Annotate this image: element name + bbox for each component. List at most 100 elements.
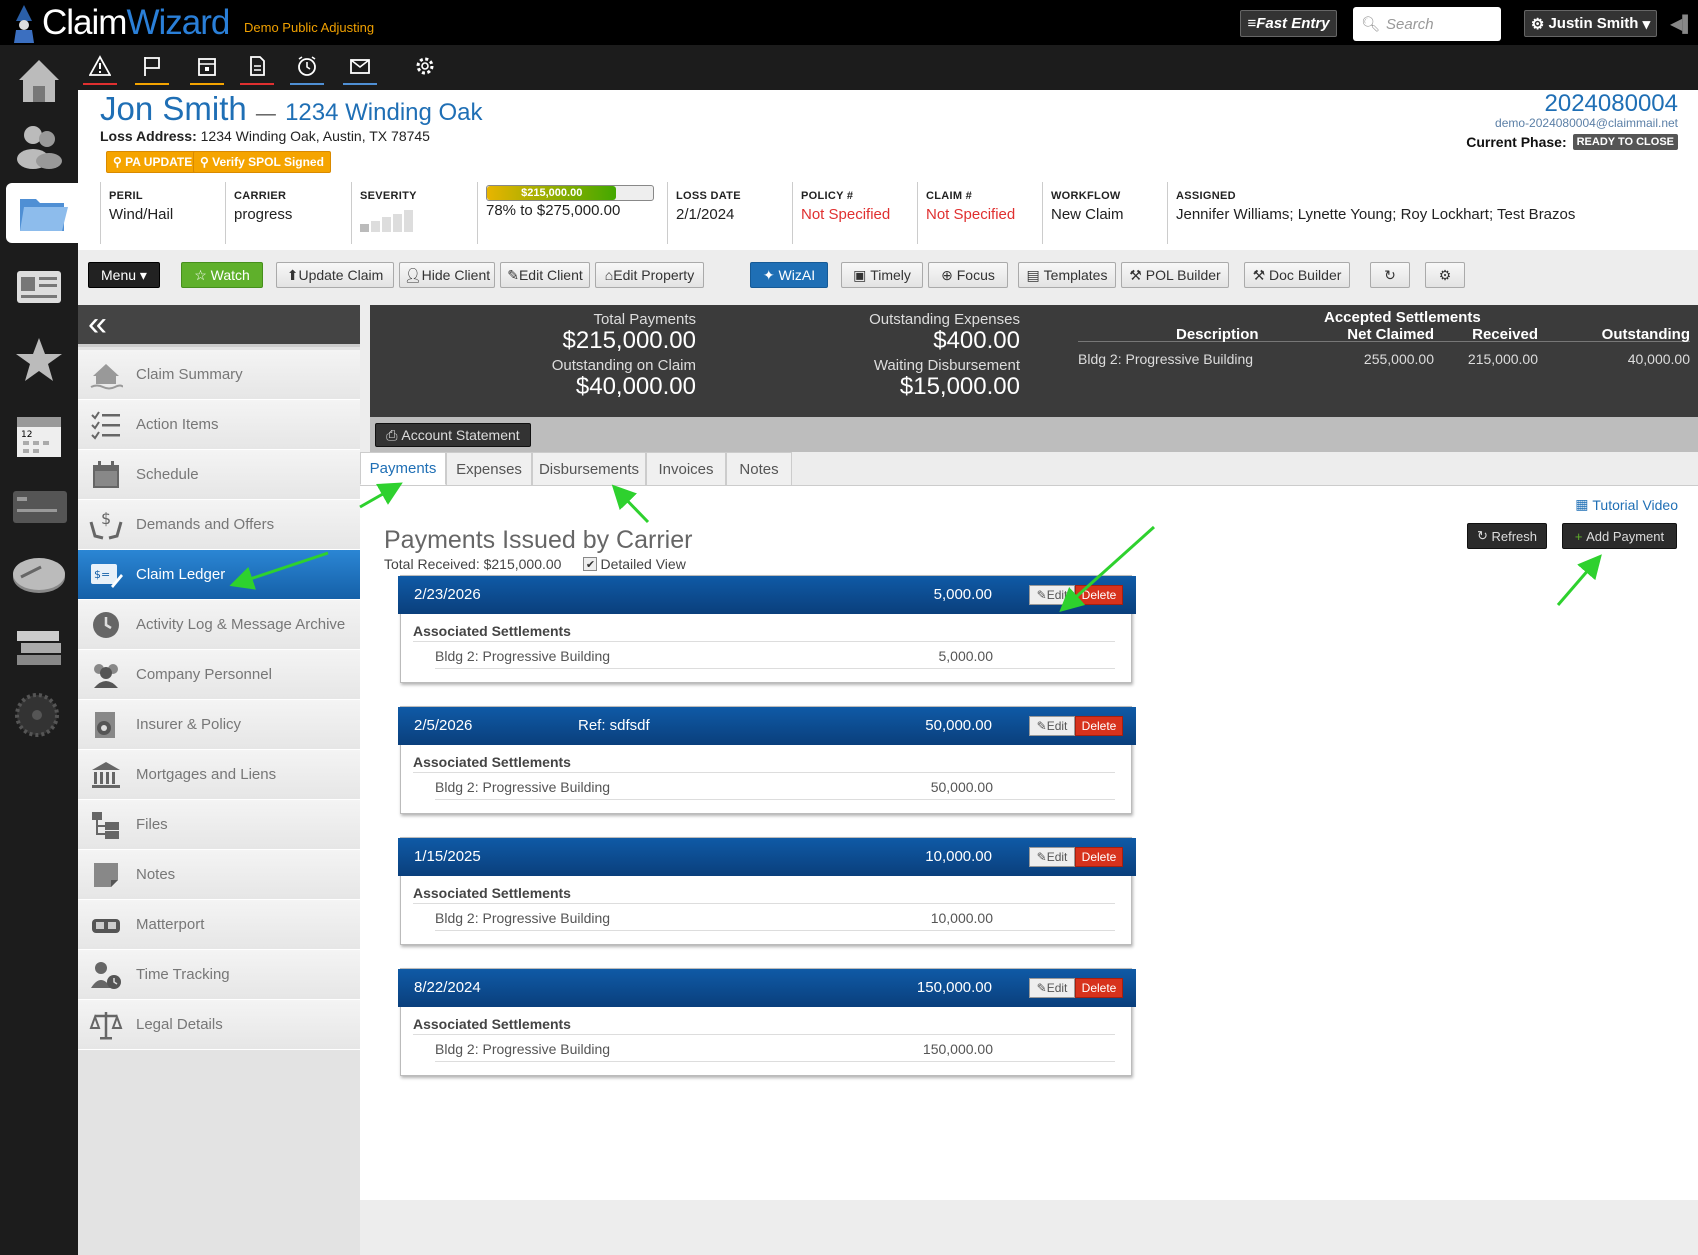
- watch-button[interactable]: ☆ Watch: [181, 262, 263, 288]
- collapse-nav-icon[interactable]: «: [78, 305, 360, 347]
- flag-icon[interactable]: [135, 55, 169, 85]
- wizai-button[interactable]: ✦ WizAI: [750, 262, 828, 288]
- tab-expenses[interactable]: Expenses: [446, 452, 532, 485]
- tab-invoices[interactable]: Invoices: [646, 452, 726, 485]
- star-outline-icon: ☆: [194, 266, 211, 283]
- sidebar-item-matterport[interactable]: Matterport: [78, 900, 360, 950]
- disk-icon[interactable]: [6, 545, 72, 605]
- collapse-right-icon[interactable]: ◀▌: [1670, 14, 1694, 34]
- books-icon[interactable]: [6, 615, 72, 675]
- client-name[interactable]: Jon Smith: [100, 90, 247, 127]
- calendar-small-icon[interactable]: [190, 55, 224, 85]
- add-payment-label: Add Payment: [1586, 528, 1665, 544]
- focus-button[interactable]: ⊕ Focus: [928, 262, 1008, 288]
- peril-label: PERIL: [109, 190, 143, 202]
- sidebar-item-company-personnel[interactable]: Company Personnel: [78, 650, 360, 700]
- id-card-icon[interactable]: [6, 257, 72, 317]
- add-payment-button[interactable]: + Add Payment: [1562, 523, 1677, 549]
- sidebar-item-claim-ledger[interactable]: $= Claim Ledger: [78, 550, 360, 600]
- tab-notes[interactable]: Notes: [726, 452, 792, 485]
- edit-payment-button[interactable]: ✎ Edit: [1029, 847, 1075, 867]
- delete-payment-button[interactable]: Delete: [1075, 847, 1123, 867]
- refresh-button[interactable]: ↻ Refresh: [1467, 523, 1547, 549]
- property-name[interactable]: 1234 Winding Oak: [285, 99, 482, 126]
- payment-card-header: 8/22/2024 150,000.00 ✎ Edit Delete: [398, 969, 1136, 1007]
- pol-builder-button[interactable]: ⚒ POL Builder: [1121, 262, 1229, 288]
- templates-button[interactable]: ▤ Templates: [1018, 262, 1116, 288]
- edit-payment-button[interactable]: ✎ Edit: [1029, 585, 1075, 605]
- edit-client-button[interactable]: ✎ Edit Client: [500, 262, 590, 288]
- user-menu-button[interactable]: ⚙ Justin Smith ▾: [1524, 10, 1657, 37]
- doc-builder-button[interactable]: ⚒ Doc Builder: [1244, 262, 1350, 288]
- sidebar-item-schedule[interactable]: Schedule: [78, 450, 360, 500]
- assigned-value[interactable]: Jennifer Williams; Lynette Young; Roy Lo…: [1176, 206, 1687, 223]
- credit-card-icon[interactable]: [6, 475, 72, 535]
- document-icon[interactable]: [240, 55, 274, 85]
- delete-payment-button[interactable]: Delete: [1075, 585, 1123, 605]
- settings-gear-icon[interactable]: [408, 55, 442, 85]
- tab-payments[interactable]: Payments: [360, 452, 446, 485]
- settings-icon-button[interactable]: ⚙: [1425, 262, 1465, 288]
- app-logo[interactable]: Claim Wizard: [10, 0, 230, 45]
- sidebar-item-demands-and-offers[interactable]: $ Demands and Offers: [78, 500, 360, 550]
- pa-update-tag[interactable]: ⚲ PA UPDATE: [106, 151, 200, 173]
- menu-button[interactable]: Menu ▾: [88, 262, 160, 288]
- payment-card-header: 1/15/2025 10,000.00 ✎ Edit Delete: [398, 838, 1136, 876]
- sidebar-item-label: Claim Summary: [136, 366, 243, 383]
- workflow-value[interactable]: New Claim: [1051, 206, 1167, 223]
- loss-address-label: Loss Address:: [100, 128, 197, 144]
- sidebar-item-claim-summary[interactable]: Claim Summary: [78, 350, 360, 400]
- policy-value[interactable]: Not Specified: [801, 206, 917, 223]
- claim-email[interactable]: demo-2024080004@claimmail.net: [1495, 116, 1678, 130]
- sidebar-item-activity-log-message-archive[interactable]: Activity Log & Message Archive: [78, 600, 360, 650]
- settlement-amount: 10,000.00: [930, 910, 993, 926]
- sidebar-item-legal-details[interactable]: Legal Details: [78, 1000, 360, 1050]
- calendar-icon[interactable]: 12: [6, 405, 72, 465]
- verify-spol-tag[interactable]: ⚲ Verify SPOL Signed: [193, 151, 331, 173]
- account-statement-button[interactable]: ⎙ Account Statement: [375, 423, 531, 447]
- home-icon[interactable]: [6, 50, 72, 110]
- tab-disbursements[interactable]: Disbursements: [532, 452, 646, 485]
- search-input[interactable]: 🔍︎ Search: [1353, 7, 1501, 41]
- pencil-icon: ✎: [1036, 850, 1047, 864]
- edit-label: Edit: [1046, 719, 1068, 733]
- sidebar-item-insurer-policy[interactable]: Insurer & Policy: [78, 700, 360, 750]
- timely-button[interactable]: ▣ Timely: [841, 262, 923, 288]
- edit-payment-button[interactable]: ✎ Edit: [1029, 978, 1075, 998]
- settlement-row: Bldg 2: Progressive Building 10,000.00: [435, 910, 1115, 931]
- sidebar-item-notes[interactable]: Notes: [78, 850, 360, 900]
- sidebar-item-action-items[interactable]: Action Items: [78, 400, 360, 450]
- sidebar-item-label: Insurer & Policy: [136, 716, 242, 733]
- total-payments-label: Total Payments: [593, 311, 696, 328]
- edit-payment-button[interactable]: ✎ Edit: [1029, 716, 1075, 736]
- alarm-clock-icon[interactable]: [290, 55, 324, 85]
- detailed-view-checkbox[interactable]: ✔ Detailed View: [583, 556, 686, 572]
- hide-client-button[interactable]: 👤︎ Hide Client: [399, 262, 495, 288]
- settlement-net-claimed: 255,000.00: [1363, 351, 1434, 367]
- star-icon[interactable]: [6, 330, 72, 390]
- associated-settlements-heading: Associated Settlements: [413, 1016, 1115, 1035]
- sidebar-item-mortgages-and-liens[interactable]: Mortgages and Liens: [78, 750, 360, 800]
- claim-number[interactable]: 2024080004: [1545, 90, 1678, 118]
- claim-no-value[interactable]: Not Specified: [926, 206, 1042, 223]
- delete-payment-button[interactable]: Delete: [1075, 978, 1123, 998]
- edit-property-button[interactable]: ⌂ Edit Property: [595, 262, 704, 288]
- mail-icon[interactable]: [343, 55, 377, 85]
- refresh-icon-button[interactable]: ↻: [1370, 262, 1410, 288]
- phase-badge[interactable]: READY TO CLOSE: [1572, 134, 1678, 150]
- delete-payment-button[interactable]: Delete: [1075, 716, 1123, 736]
- tutorial-video-link[interactable]: ▦ Tutorial Video: [1575, 496, 1678, 513]
- alert-icon[interactable]: [83, 55, 117, 85]
- contacts-icon[interactable]: [6, 115, 72, 175]
- fast-entry-button[interactable]: ≡ Fast Entry: [1240, 10, 1337, 37]
- current-phase: Current Phase: READY TO CLOSE: [1466, 134, 1678, 150]
- claims-folder-icon[interactable]: [6, 183, 78, 243]
- saw-gear-icon[interactable]: [6, 685, 72, 745]
- sidebar-item-files[interactable]: Files: [78, 800, 360, 850]
- sidebar-item-label: Action Items: [136, 416, 219, 433]
- pencil-icon: ✎: [507, 266, 519, 283]
- carrier-value[interactable]: progress: [234, 206, 351, 223]
- waiting-disbursement-value: $15,000.00: [899, 373, 1020, 400]
- update-claim-button[interactable]: ⬆ Update Claim: [276, 262, 394, 288]
- sidebar-item-time-tracking[interactable]: Time Tracking: [78, 950, 360, 1000]
